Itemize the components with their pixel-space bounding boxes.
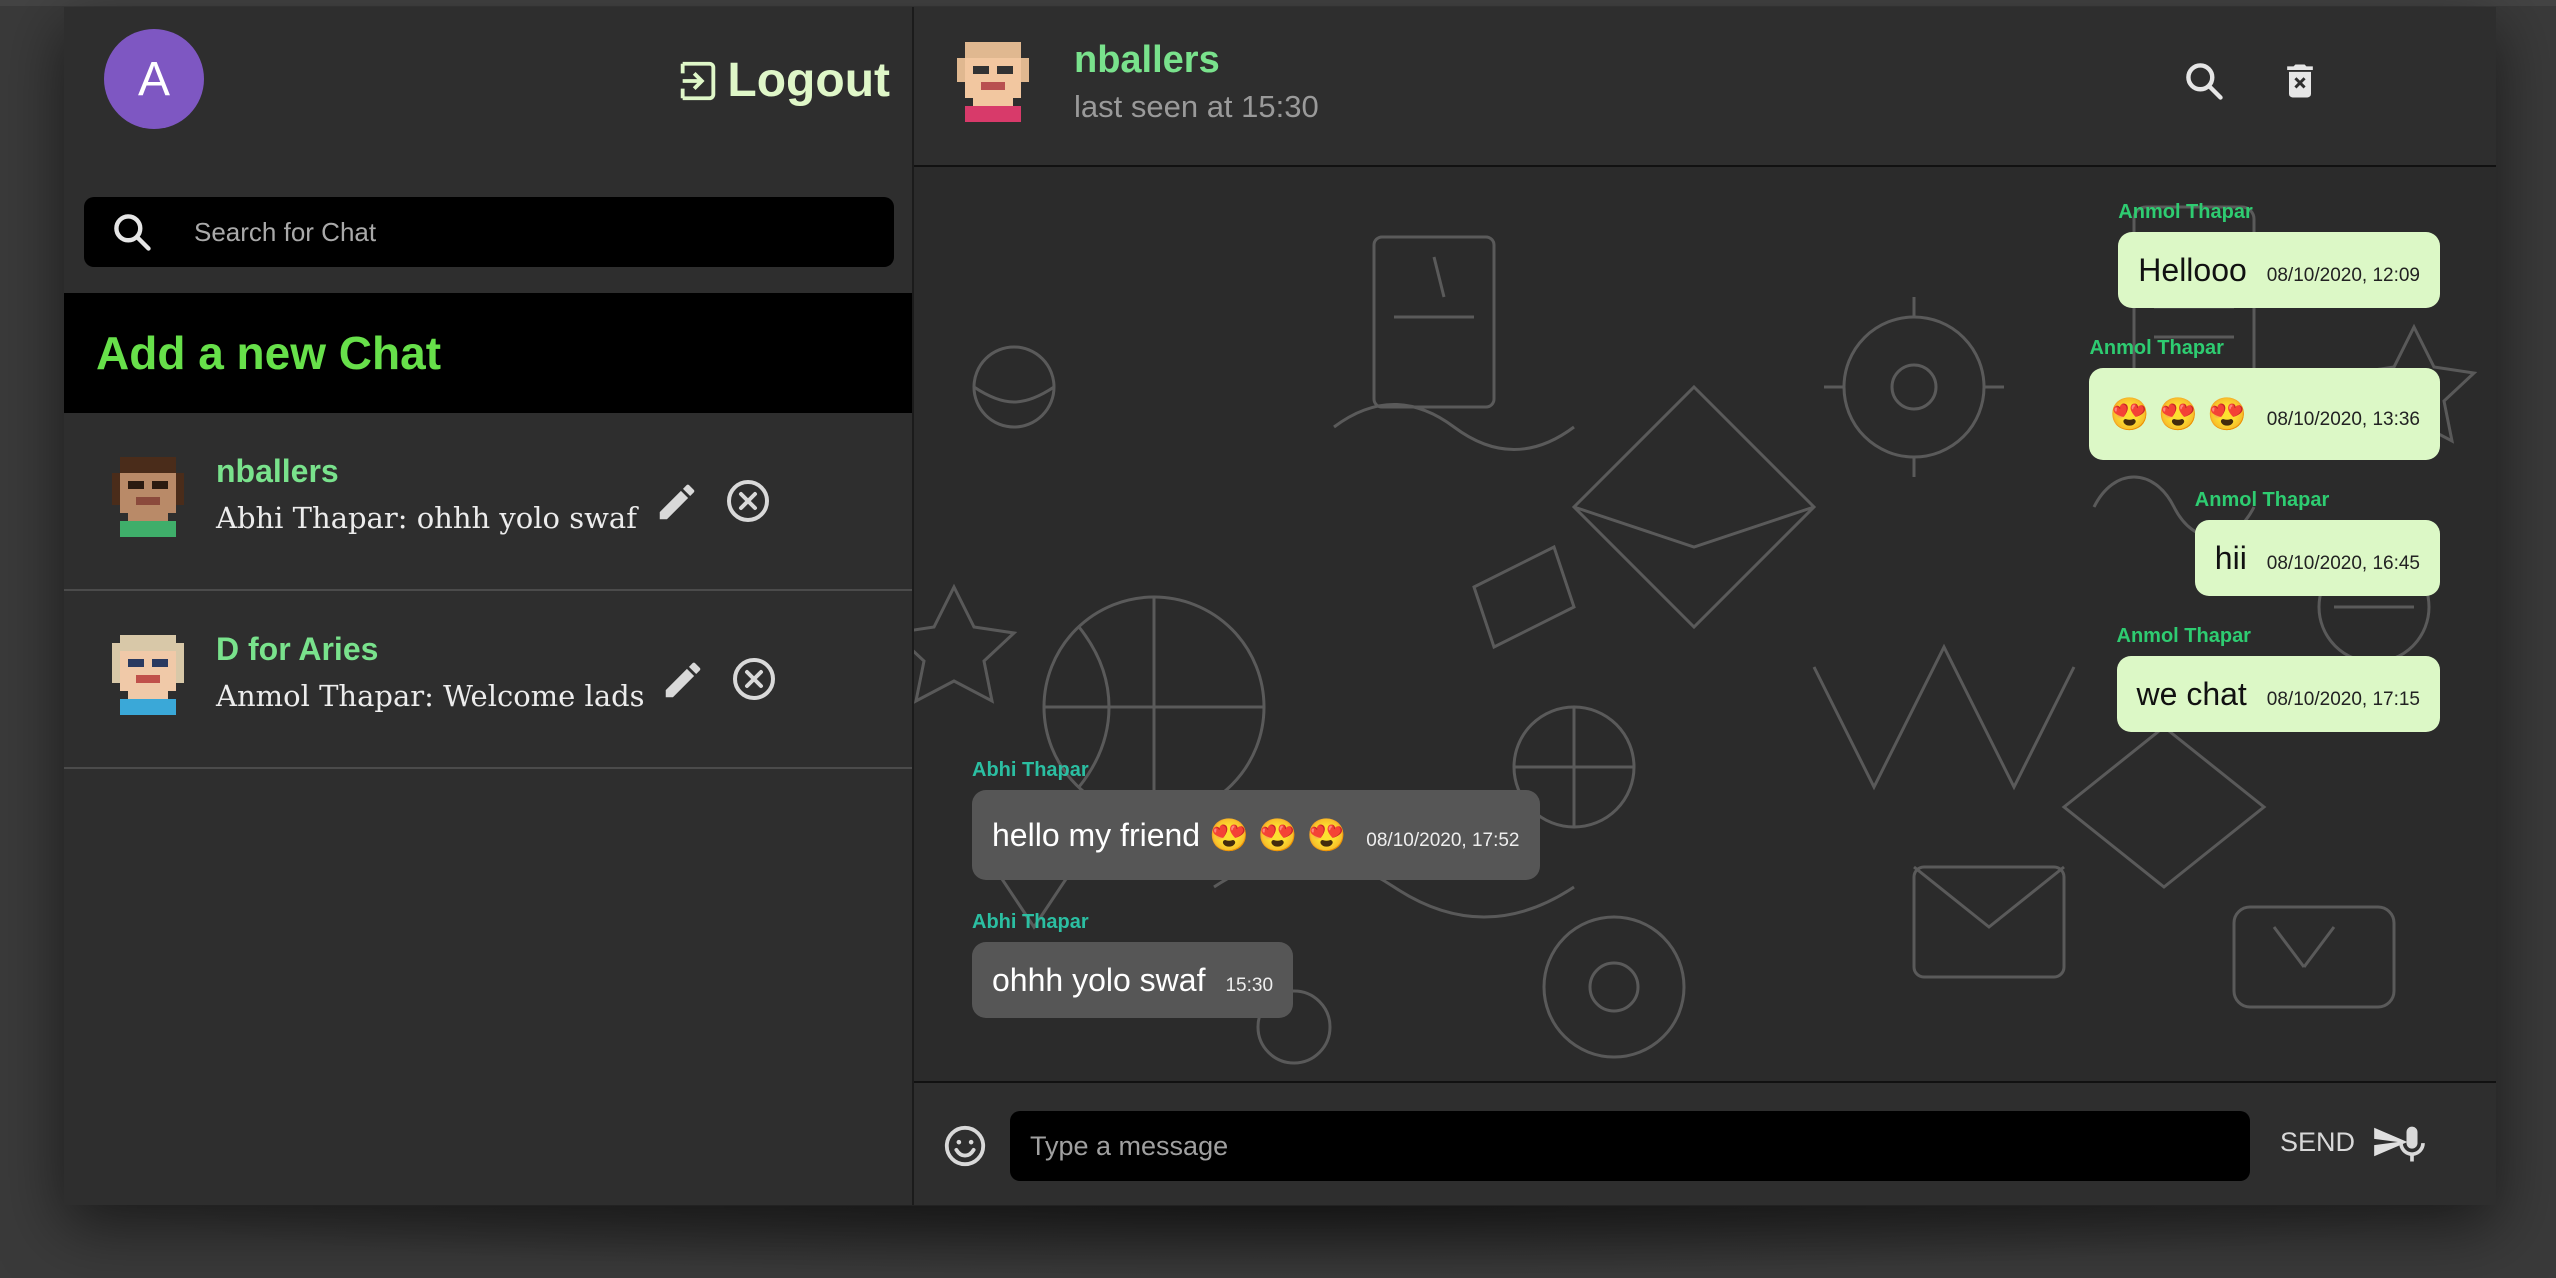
message-bubble[interactable]: hii 08/10/2020, 16:45	[2194, 520, 2440, 596]
chat-header-avatar[interactable]	[956, 42, 1030, 122]
message-bubble[interactable]: 😍 😍 😍 08/10/2020, 13:36	[2089, 368, 2440, 460]
message-timestamp: 08/10/2020, 17:52	[1366, 830, 1520, 851]
message-area[interactable]: Anmol Thapar Hellooo 08/10/2020, 12:09 A…	[914, 167, 2496, 1081]
message-text: hello my friend 😍 😍 😍	[992, 817, 1347, 853]
message-author: Anmol Thapar	[2116, 625, 2251, 647]
chat-search-box[interactable]	[84, 197, 894, 267]
sidebar-header: A Logout	[64, 7, 912, 163]
message-author: Abhi Thapar	[972, 759, 1089, 781]
chat-header: nballers last seen at 15:30	[914, 7, 2496, 167]
message-incoming[interactable]: Abhi Thapar hello my friend 😍 😍 😍 08/10/…	[972, 759, 1540, 880]
chat-name: nballers	[216, 453, 339, 489]
message-timestamp: 08/10/2020, 16:45	[2266, 553, 2420, 574]
add-new-chat-button[interactable]: Add a new Chat	[64, 293, 912, 413]
chat-search-input[interactable]	[194, 216, 894, 248]
chat-avatar	[112, 457, 184, 537]
search-icon[interactable]	[2182, 59, 2226, 103]
message-outgoing[interactable]: Anmol Thapar hii 08/10/2020, 16:45	[2194, 489, 2440, 596]
close-circle-icon[interactable]	[730, 655, 778, 703]
window-shadow	[95, 1206, 2495, 1278]
send-label: SEND	[2280, 1126, 2356, 1157]
message-outgoing[interactable]: Anmol Thapar 😍 😍 😍 08/10/2020, 13:36	[2089, 337, 2440, 460]
search-icon	[114, 214, 151, 251]
message-bubble[interactable]: Hellooo 08/10/2020, 12:09	[2118, 232, 2440, 308]
message-bubble[interactable]: hello my friend 😍 😍 😍 08/10/2020, 17:52	[972, 790, 1540, 880]
message-bubble[interactable]: we chat 08/10/2020, 17:15	[2116, 656, 2440, 732]
message-author: Anmol Thapar	[2089, 337, 2224, 359]
message-outgoing[interactable]: Anmol Thapar we chat 08/10/2020, 17:15	[2116, 625, 2440, 732]
logout-label: Logout	[727, 54, 890, 107]
mic-icon[interactable]	[2390, 1121, 2434, 1169]
logout-icon	[681, 61, 716, 100]
message-outgoing[interactable]: Anmol Thapar Hellooo 08/10/2020, 12:09	[2118, 201, 2440, 308]
message-text: we chat	[2136, 675, 2247, 712]
chat-panel: nballers last seen at 15:30 Anmol Thapar…	[914, 7, 2496, 1205]
message-composer: SEND	[914, 1081, 2496, 1205]
chat-name: D for Aries	[216, 631, 379, 667]
chat-last-message: Anmol Thapar: Welcome lads	[216, 679, 645, 713]
message-bubble[interactable]: ohhh yolo swaf 15:30	[972, 942, 1294, 1018]
message-incoming[interactable]: Abhi Thapar ohhh yolo swaf 15:30	[972, 911, 1294, 1018]
chat-header-name: nballers	[1074, 39, 1220, 81]
chat-list: nballers Abhi Thapar: ohhh yolo swaf D f…	[64, 413, 912, 769]
message-text: hii	[2214, 539, 2247, 576]
pencil-icon[interactable]	[654, 479, 700, 525]
chat-last-message: Abhi Thapar: ohhh yolo swaf	[216, 501, 637, 535]
message-text: Hellooo	[2138, 251, 2247, 288]
message-author: Anmol Thapar	[2118, 201, 2253, 223]
pencil-icon[interactable]	[660, 657, 706, 703]
message-author: Abhi Thapar	[972, 911, 1089, 933]
message-author: Anmol Thapar	[2194, 489, 2330, 511]
user-avatar[interactable]: A	[104, 29, 204, 129]
message-timestamp: 08/10/2020, 17:15	[2266, 689, 2420, 710]
message-timestamp: 08/10/2020, 13:36	[2266, 409, 2420, 430]
chat-list-item[interactable]: nballers Abhi Thapar: ohhh yolo swaf	[64, 413, 912, 591]
chat-app-window: A Logout Add a new Chat	[64, 7, 2496, 1205]
logout-button[interactable]: Logout	[675, 53, 890, 108]
chat-list-item[interactable]: D for Aries Anmol Thapar: Welcome lads	[64, 591, 912, 769]
trash-icon[interactable]	[2278, 59, 2322, 103]
message-input[interactable]	[1010, 1111, 2250, 1181]
message-timestamp: 15:30	[1225, 975, 1274, 996]
last-seen-status: last seen at 15:30	[1074, 89, 1319, 124]
message-text: 😍 😍 😍	[2109, 396, 2247, 432]
message-text: ohhh yolo swaf	[992, 961, 1206, 998]
chat-avatar	[112, 635, 184, 715]
message-timestamp: 08/10/2020, 12:09	[2266, 265, 2420, 286]
close-circle-icon[interactable]	[724, 477, 772, 525]
sidebar: A Logout Add a new Chat	[64, 7, 914, 1205]
emoji-icon[interactable]	[942, 1123, 988, 1169]
